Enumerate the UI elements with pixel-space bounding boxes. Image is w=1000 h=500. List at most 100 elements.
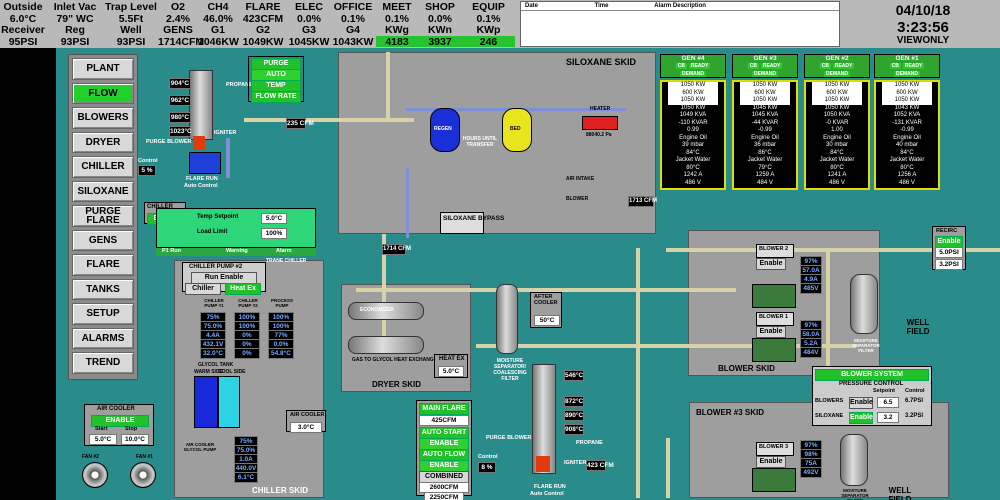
gen-demand-badge: DEMAND [680,71,706,77]
nav-button-flow[interactable]: FLOW [72,82,134,104]
blower-value: 492V [800,467,822,478]
nav-button-blowers[interactable]: BLOWERS [72,107,134,129]
after-cooler-panel: AFTER COOLER 50°C [530,292,562,328]
alarm-table[interactable]: Date Time Alarm Description [520,1,840,47]
alarm-column-header[interactable]: Time [591,2,651,10]
trane-chiller-label: TRANE CHILLER [266,258,307,264]
gen-kw2[interactable]: 600 KW [882,89,932,97]
row2-labels-cell: Reg [65,24,85,36]
gen-kw2[interactable]: 600 KW [668,89,718,97]
blowers-setpoint[interactable]: 6.5 [877,397,899,408]
gen-panel[interactable]: 1050 KW 600 KW 1050 KW 1050 KW 1050 KVA -0 KV… [804,80,870,190]
main-flare-value[interactable]: 425CFM [419,415,469,426]
gen-panel[interactable]: 1050 KW 600 KW 1050 KW 1050 KW 1049 KVA -110 … [660,80,726,190]
row1-labels-cell: EQUIP [472,1,505,13]
gen-kw2[interactable]: 600 KW [812,89,862,97]
gen-mbar: 39 mbar [681,142,704,148]
row2-values-cell: 4183 [376,35,418,47]
gen-kw[interactable]: 1050 KW [740,82,790,90]
gen-cb-badge: CB [747,63,759,69]
gen-c2: 79°C [758,164,772,171]
row2-values-cell: 1714CFM [158,35,205,48]
chiller-button[interactable]: Chiller [185,283,221,295]
pressure-control-label: PRESSURE CONTROL [839,381,904,387]
chiller-pump-value: 32.0°C [200,348,226,359]
load-limit-label: Load Limit [197,229,228,235]
flow-rate-label[interactable]: FLOW RATE [251,91,301,103]
blower3-label: BLOWER 3 [759,444,789,450]
nav-button-gens[interactable]: GENS [72,229,134,251]
blower1-enable[interactable]: Enable [756,326,786,338]
air-cooler2-temp[interactable]: 3.0°C [290,422,322,433]
siloxane-enable[interactable]: Enable [849,412,873,424]
gen-header[interactable]: GEN #4 CB READY DEMAND [660,54,726,78]
row1-values-cell: 2.4% [166,12,190,25]
gen-kw[interactable]: 1050 KW [812,82,862,90]
gen-kw-actual: 1043 KW [894,104,920,111]
gen-v: 486 V [685,179,701,186]
nav-button-purge-flare[interactable]: PURGE FLARE [72,205,134,227]
gen-panel[interactable]: 1050 KW 600 KW 1050 KW 1045 KW 1045 KVA -44 K… [732,80,798,190]
alarm-column-header[interactable]: Date [521,2,591,10]
gen-kw3[interactable]: 1050 KW [668,97,718,105]
gen-pf: -0.99 [758,127,772,133]
stop-temp[interactable]: 10.0°C [121,434,149,445]
row2-labels-cell: KWp [476,24,501,36]
recirc-value[interactable]: 5.0PSI [935,247,963,258]
nav-button-chiller[interactable]: CHILLER [72,156,134,178]
gen-ready-badge: READY [688,63,711,69]
start-temp[interactable]: 5.0°C [89,434,117,445]
gen-kw3[interactable]: 1050 KW [882,97,932,105]
nav-button-plant[interactable]: PLANT [72,58,134,80]
nav-button-flare[interactable]: FLARE [72,254,134,276]
air-cooler2-panel: AIR COOLER 3.0°C [286,410,326,433]
gen-header[interactable]: GEN #3 CB READY DEMAND [732,54,798,78]
gen-kw[interactable]: 1050 KW [882,82,932,90]
gen-kw3[interactable]: 1050 KW [812,97,862,105]
temp-setpoint[interactable]: 5.0°C [261,213,287,224]
blower3-enable[interactable]: Enable [756,456,786,468]
row1-values-cell: 79" WC [56,12,94,25]
gen-panel[interactable]: 1050 KW 600 KW 1050 KW 1043 KW 1052 KVA -131 … [874,80,940,190]
blower2-label: BLOWER 2 [759,246,789,252]
siloxane-bypass-box[interactable]: SILOXANE BYPASS [440,212,504,234]
main-auto-control-label: Auto Control [530,491,564,497]
gen-kva: 1049 KVA [679,112,707,118]
heatex-button[interactable]: Heat Ex [225,283,261,295]
main-control-label: Control [478,454,498,460]
blowers-enable[interactable]: Enable [849,397,873,409]
gen-c2: 80°C [686,164,700,171]
main-control-value[interactable]: 8 % [478,462,496,473]
blower2-enable[interactable]: Enable [756,258,786,270]
pipe [386,52,390,122]
gen-kw[interactable]: 1050 KW [668,82,718,90]
flare-run-label: FLARE RUN [186,176,218,182]
control-label: Control [138,158,158,164]
siloxane-setpoint[interactable]: 3.2 [877,412,899,423]
blower-label: BLOWER [566,196,589,202]
cool-side-label: COOL SIDE [218,369,246,375]
gen-kw3[interactable]: 1050 KW [740,97,790,105]
gen-ready-badge: READY [902,63,925,69]
temp-readout: 1023°C [169,126,192,137]
gen-header[interactable]: GEN #1 CB READY DEMAND [874,54,940,78]
load-limit[interactable]: 100% [261,228,287,239]
recirc-value-2[interactable]: 3.2PSI [935,259,963,270]
row2-values-cell: 3937 [418,35,462,47]
gen-header[interactable]: GEN #2 CB READY DEMAND [804,54,870,78]
after-cooler-temp[interactable]: 50°C [534,315,560,326]
control-value[interactable]: 5 % [138,165,156,176]
nav-button-setup[interactable]: SETUP [72,303,134,325]
nav-button-siloxane[interactable]: SILOXANE [72,180,134,202]
nav-button-dryer[interactable]: DRYER [72,131,134,153]
nav-button-tanks[interactable]: TANKS [72,278,134,300]
gen-mbar: 40 mbar [895,142,918,148]
nav-button-alarms[interactable]: ALARMS [72,327,134,349]
gen-v: 484 V [757,179,773,186]
alarm-column-header[interactable]: Alarm Description [650,2,839,10]
heatex-temp[interactable]: 5.0°C [438,366,464,377]
flow-1714: 1714 CFM [382,244,411,255]
row1-values-cell: 6.0°C [9,12,37,25]
gen-kw2[interactable]: 600 KW [740,89,790,97]
nav-button-trend[interactable]: TREND [72,352,134,374]
